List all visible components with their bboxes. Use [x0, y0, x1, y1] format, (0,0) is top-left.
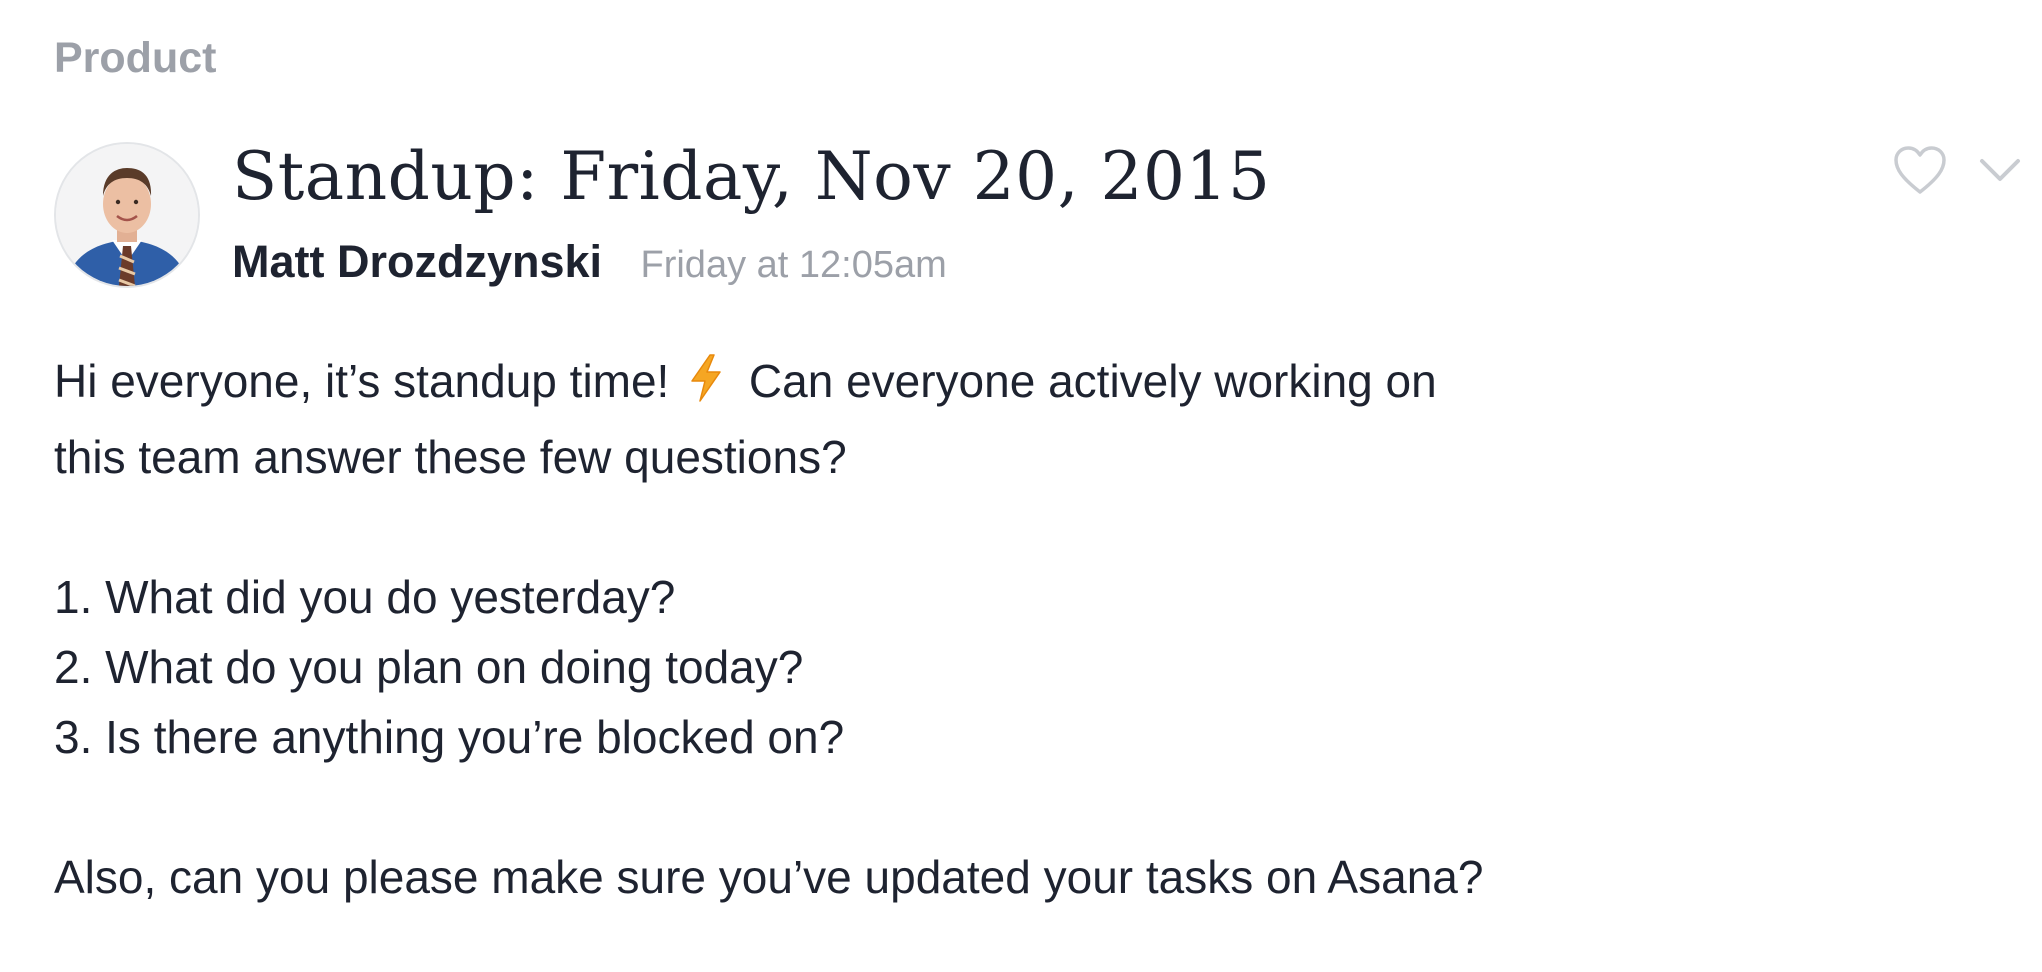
closing-line: Also, can you please make sure you’ve up…	[54, 851, 1484, 903]
list-item: 1. What did you do yesterday?	[54, 571, 676, 623]
heart-icon[interactable]	[1892, 144, 1948, 201]
intro-text-before-icon: Hi everyone, it’s standup time!	[54, 355, 670, 407]
avatar[interactable]	[54, 142, 200, 288]
post-body: Hi everyone, it’s standup time! Can ever…	[54, 346, 1654, 912]
intro-text-after-icon: Can everyone actively working on	[748, 355, 1437, 407]
breadcrumb[interactable]: Product	[54, 34, 216, 83]
list-item: 3. Is there anything you’re blocked on?	[54, 711, 845, 763]
post-timestamp: Friday at 12:05am	[640, 244, 947, 286]
intro-line-2: this team answer these few questions?	[54, 431, 847, 483]
post-title: Standup: Friday, Nov 20, 2015	[232, 138, 1271, 215]
chevron-down-icon[interactable]	[1978, 155, 2022, 190]
author-photo	[56, 144, 198, 286]
author-name[interactable]: Matt Drozdzynski	[232, 236, 602, 287]
intro-line-1: Hi everyone, it’s standup time! Can ever…	[54, 346, 1654, 422]
list-item: 2. What do you plan on doing today?	[54, 641, 804, 693]
post-meta: Matt Drozdzynski Friday at 12:05am	[232, 236, 947, 288]
post-actions	[1892, 144, 2022, 201]
lightning-bolt-icon	[686, 352, 726, 422]
